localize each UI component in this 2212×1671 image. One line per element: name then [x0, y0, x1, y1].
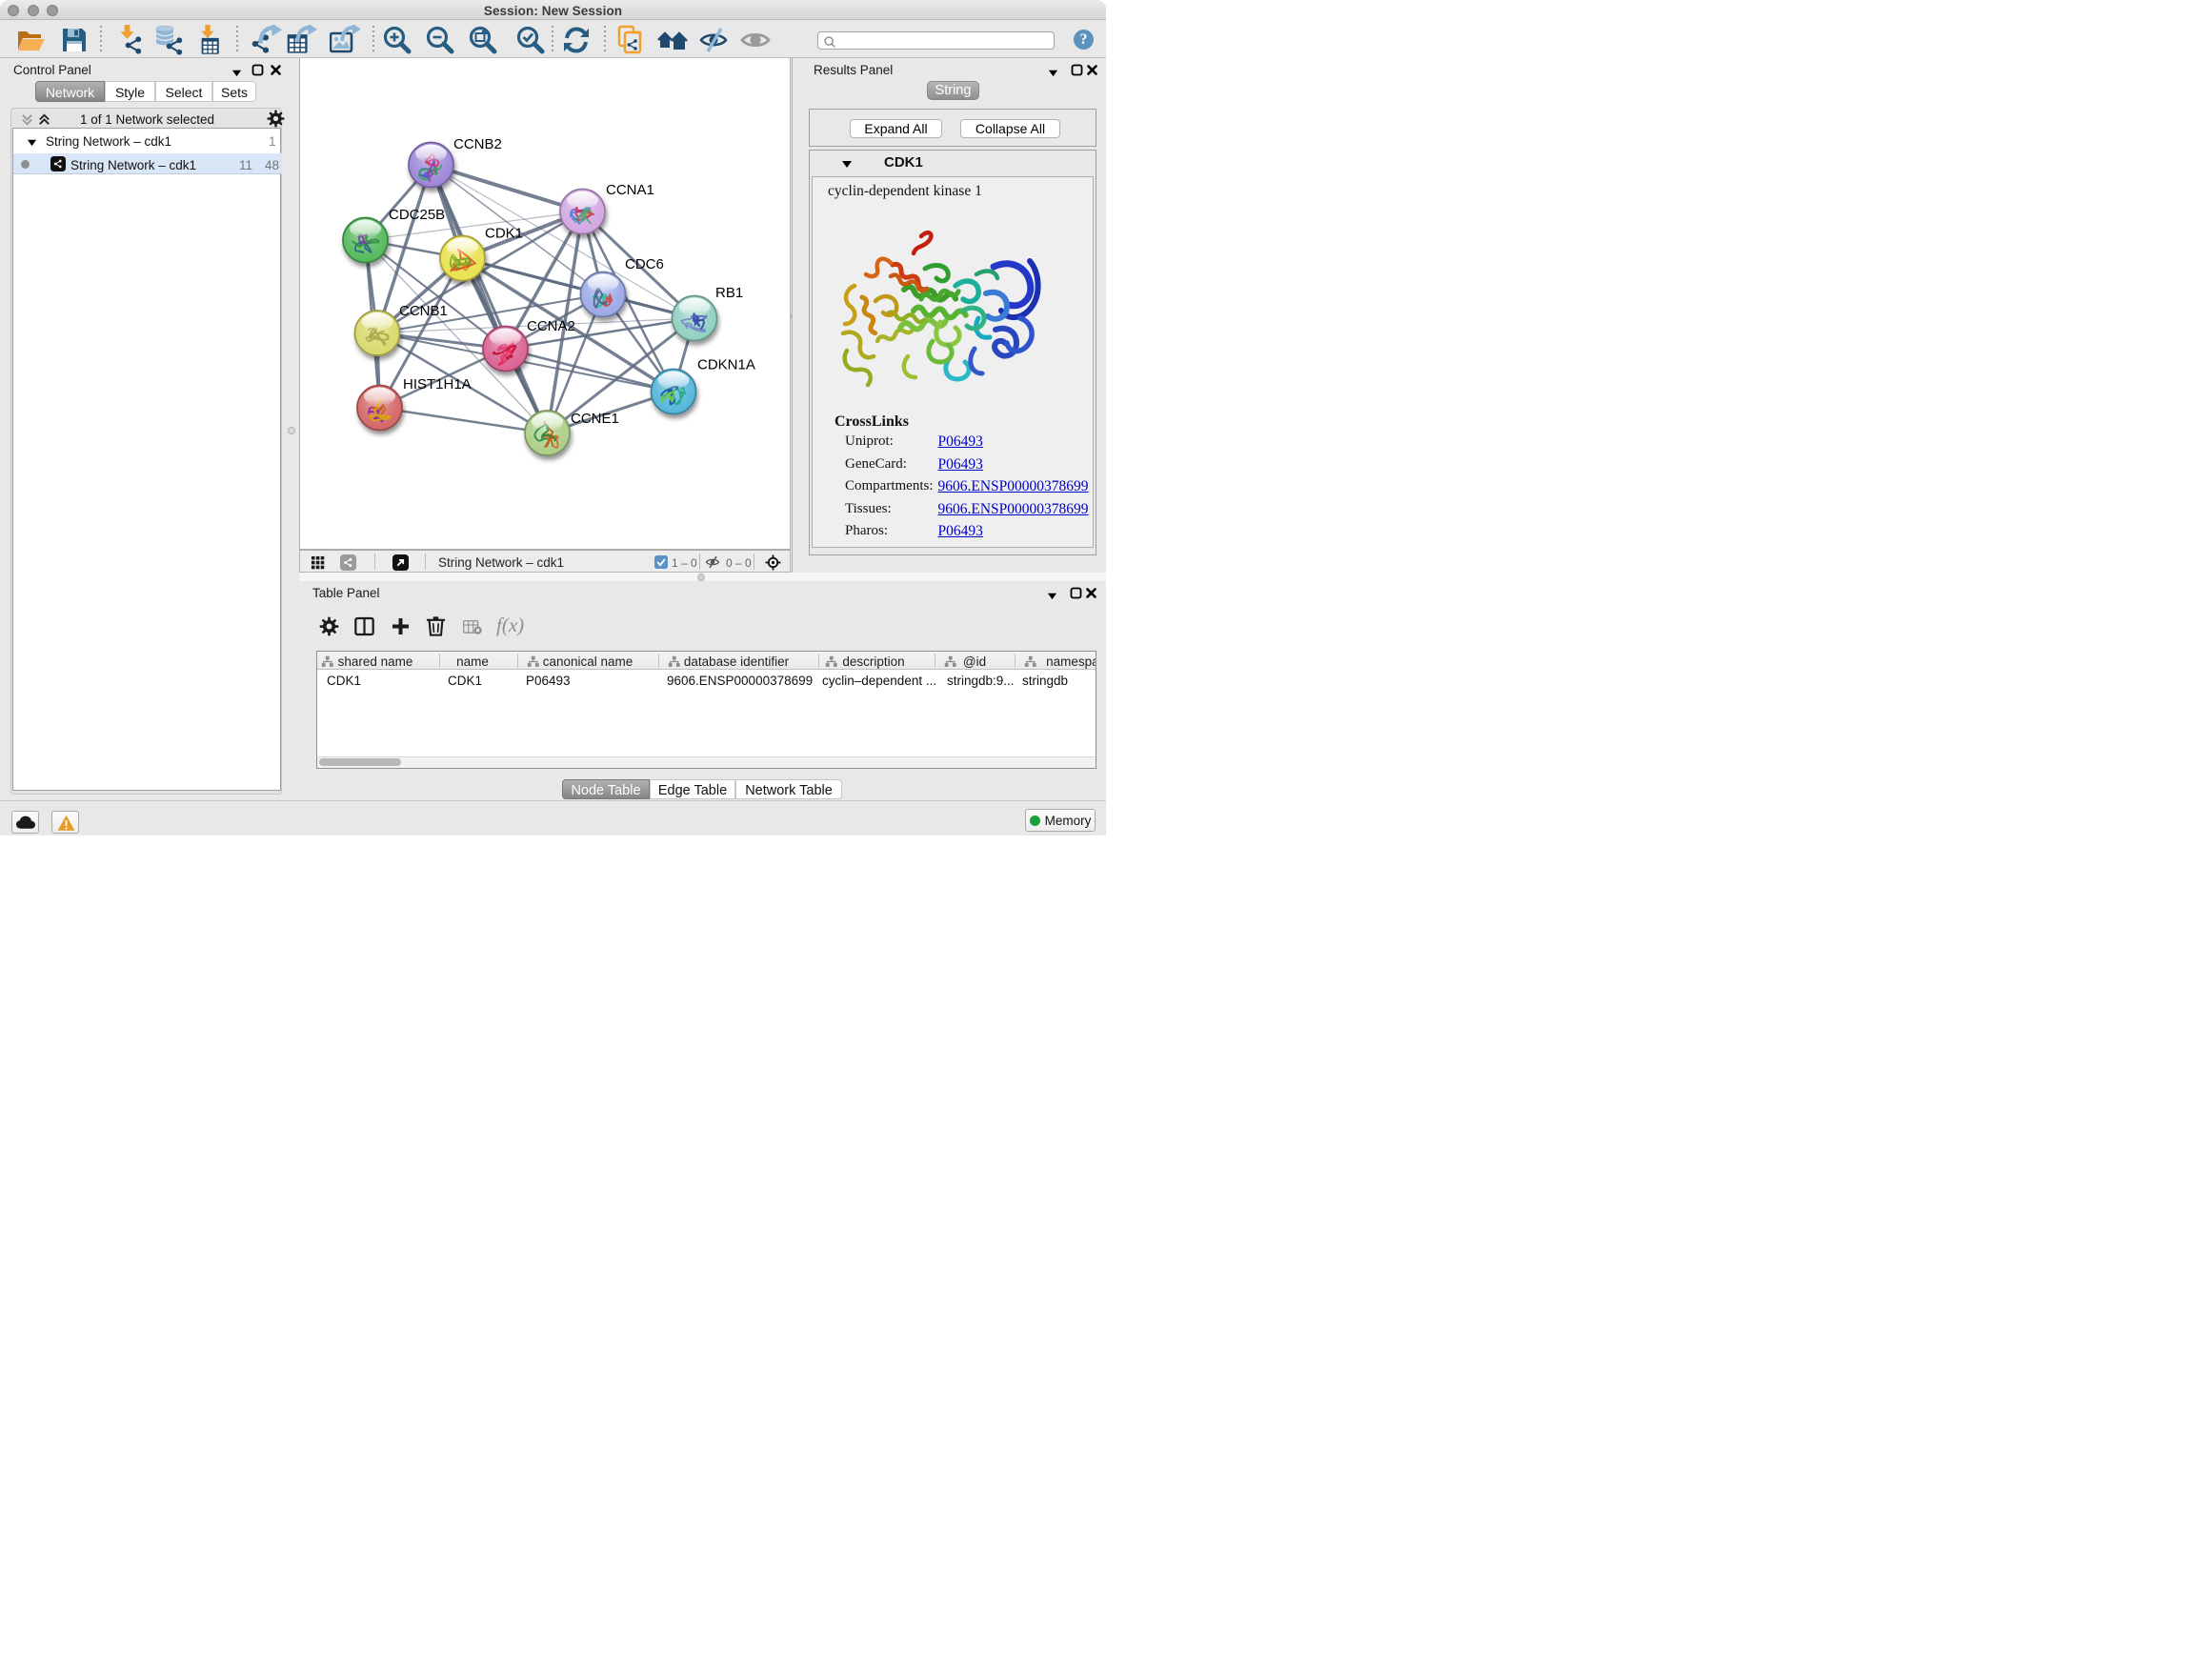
svg-text:CCNE1: CCNE1	[571, 411, 619, 427]
svg-text:CDC6: CDC6	[625, 256, 664, 272]
svg-text:CDK1: CDK1	[485, 226, 523, 242]
svg-text:CCNA2: CCNA2	[527, 318, 575, 334]
svg-text:HIST1H1A: HIST1H1A	[403, 376, 472, 393]
svg-text:CDKN1A: CDKN1A	[697, 357, 755, 373]
svg-text:CCNB1: CCNB1	[399, 303, 448, 319]
svg-text:CCNA1: CCNA1	[606, 182, 654, 198]
svg-text:RB1: RB1	[715, 285, 743, 301]
svg-text:CDC25B: CDC25B	[389, 207, 445, 223]
svg-text:CCNB2: CCNB2	[453, 136, 502, 152]
